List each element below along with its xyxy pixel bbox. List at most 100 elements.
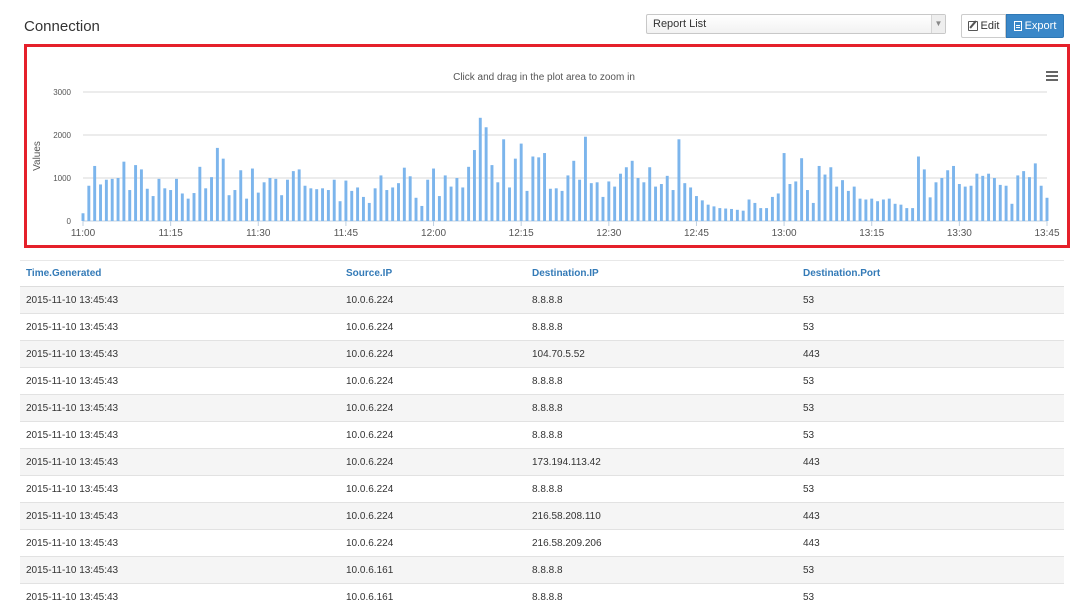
- chart-bar[interactable]: [245, 198, 249, 221]
- chart-bar[interactable]: [730, 208, 733, 221]
- chart-bar[interactable]: [344, 180, 348, 221]
- chart-bar[interactable]: [712, 206, 716, 221]
- chart-bar[interactable]: [870, 198, 874, 221]
- chart-bar[interactable]: [718, 208, 722, 221]
- chart-bar[interactable]: [706, 204, 710, 221]
- chart-bar[interactable]: [402, 167, 406, 221]
- chart-bar[interactable]: [811, 202, 815, 221]
- chart-bar[interactable]: [852, 186, 856, 221]
- chart-bar[interactable]: [449, 186, 453, 221]
- chart-bar[interactable]: [601, 196, 605, 221]
- report-list-select[interactable]: Report List ▼: [646, 14, 946, 34]
- column-header-destination-port[interactable]: Destination.Port: [797, 260, 1064, 287]
- chart-bar[interactable]: [981, 175, 985, 221]
- chart-bar[interactable]: [1045, 197, 1049, 221]
- chart-bar[interactable]: [215, 147, 219, 221]
- chart-bar[interactable]: [408, 176, 412, 221]
- chart-bar[interactable]: [490, 165, 494, 221]
- table-row[interactable]: 2015-11-10 13:45:43 10.0.6.224 216.58.209.…: [20, 529, 1064, 557]
- chart-bar[interactable]: [671, 190, 675, 221]
- chart-bar[interactable]: [250, 168, 254, 221]
- chart-bar[interactable]: [934, 182, 938, 221]
- chart-bar[interactable]: [788, 184, 792, 221]
- chart-bar[interactable]: [1033, 163, 1037, 221]
- chart-bar[interactable]: [239, 170, 243, 221]
- chart-bar[interactable]: [946, 170, 950, 221]
- chart-bar[interactable]: [770, 196, 774, 221]
- chevron-down-icon[interactable]: ▼: [931, 15, 945, 33]
- chart-bar[interactable]: [309, 188, 313, 221]
- chart-bar[interactable]: [151, 196, 155, 221]
- chart-bar[interactable]: [531, 156, 535, 222]
- chart-bar[interactable]: [455, 178, 459, 221]
- chart-bar[interactable]: [134, 165, 138, 221]
- chart-bar[interactable]: [321, 188, 324, 221]
- chart-bar[interactable]: [741, 210, 745, 221]
- chart-bar[interactable]: [887, 198, 891, 221]
- chart-bar[interactable]: [543, 153, 547, 221]
- chart-menu-icon[interactable]: [1046, 71, 1058, 81]
- chart-bar[interactable]: [1028, 177, 1031, 221]
- column-header-source-ip[interactable]: Source.IP: [340, 260, 526, 287]
- export-button[interactable]: Export: [1006, 14, 1064, 38]
- chart-bar[interactable]: [110, 178, 114, 221]
- chart-bar[interactable]: [525, 190, 529, 221]
- chart-bar[interactable]: [876, 201, 880, 221]
- chart-bar[interactable]: [233, 190, 237, 221]
- chart-bar[interactable]: [735, 209, 739, 221]
- chart-bar[interactable]: [1022, 171, 1026, 221]
- chart-bar[interactable]: [578, 179, 582, 221]
- table-row[interactable]: 2015-11-10 13:45:43 10.0.6.224 8.8.8.8 53: [20, 286, 1064, 314]
- chart-bar[interactable]: [589, 183, 593, 221]
- table-row[interactable]: 2015-11-10 13:45:43 10.0.6.224 216.58.208.…: [20, 502, 1064, 530]
- chart-bar[interactable]: [694, 196, 698, 221]
- chart-bar[interactable]: [210, 177, 213, 221]
- chart-bar[interactable]: [350, 190, 354, 221]
- chart-bar[interactable]: [303, 185, 307, 221]
- chart-bar[interactable]: [987, 173, 991, 221]
- chart-bar[interactable]: [1010, 203, 1014, 221]
- chart-bar[interactable]: [683, 183, 687, 221]
- chart-bar[interactable]: [642, 182, 646, 221]
- chart-bar[interactable]: [81, 213, 85, 221]
- chart-bar[interactable]: [881, 199, 885, 222]
- chart-bar[interactable]: [461, 187, 465, 221]
- chart-bar[interactable]: [432, 168, 435, 221]
- chart-bar[interactable]: [700, 200, 704, 221]
- chart-bar[interactable]: [969, 185, 973, 221]
- chart-bar[interactable]: [391, 187, 395, 221]
- chart-bar[interactable]: [917, 156, 920, 222]
- chart-bar[interactable]: [297, 169, 301, 221]
- table-row[interactable]: 2015-11-10 13:45:43 10.0.6.161 8.8.8.8 53: [20, 556, 1064, 584]
- chart-bar[interactable]: [496, 182, 500, 221]
- table-row[interactable]: 2015-11-10 13:45:43 10.0.6.224 8.8.8.8 53: [20, 313, 1064, 341]
- chart-bar[interactable]: [268, 178, 272, 221]
- chart-bar[interactable]: [648, 167, 652, 221]
- chart-bar[interactable]: [548, 188, 552, 221]
- chart-bar[interactable]: [759, 208, 763, 221]
- chart-bar[interactable]: [198, 166, 202, 221]
- chart-bar[interactable]: [356, 187, 360, 221]
- chart-bar[interactable]: [1039, 185, 1043, 221]
- chart-bar[interactable]: [175, 178, 178, 221]
- chart-bar[interactable]: [619, 173, 622, 221]
- chart-bar[interactable]: [957, 184, 961, 221]
- chart-bar[interactable]: [180, 193, 184, 221]
- chart-bar[interactable]: [1016, 175, 1020, 221]
- chart-bar[interactable]: [624, 167, 628, 221]
- chart-bar[interactable]: [689, 187, 693, 221]
- chart-bar[interactable]: [116, 178, 120, 221]
- chart-bar[interactable]: [659, 184, 663, 221]
- table-row[interactable]: 2015-11-10 13:45:43 10.0.6.224 8.8.8.8 53: [20, 475, 1064, 503]
- chart-bar[interactable]: [508, 187, 511, 221]
- chart-bar[interactable]: [163, 188, 167, 221]
- chart-bar[interactable]: [782, 153, 786, 221]
- chart-bar[interactable]: [654, 186, 658, 221]
- bar-chart[interactable]: Click and drag in the plot area to zoom …: [27, 47, 1067, 245]
- chart-bar[interactable]: [373, 188, 377, 221]
- chart-bar[interactable]: [630, 160, 634, 221]
- chart-bar[interactable]: [467, 166, 471, 221]
- chart-bar[interactable]: [280, 195, 284, 221]
- chart-bar[interactable]: [928, 197, 932, 221]
- column-header-destination-ip[interactable]: Destination.IP: [526, 260, 797, 287]
